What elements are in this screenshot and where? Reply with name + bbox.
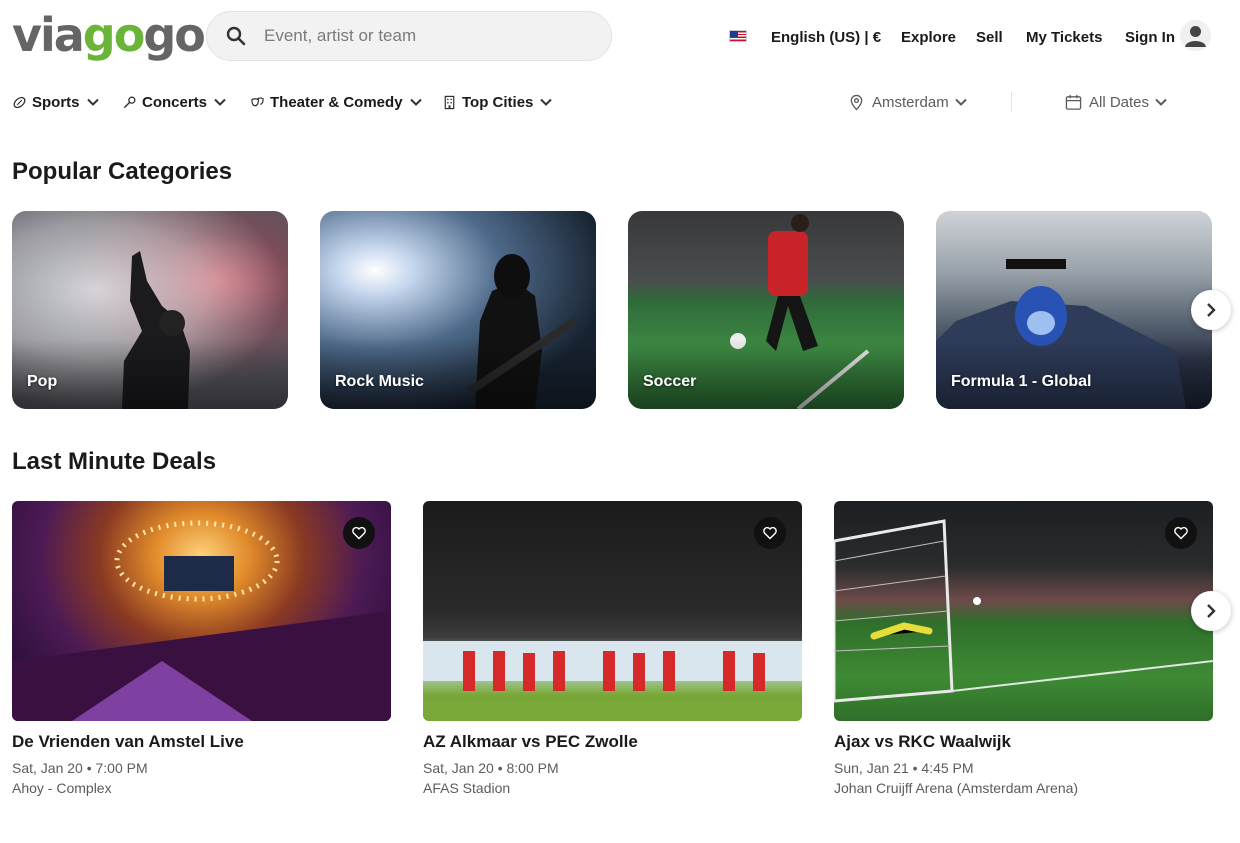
event-image bbox=[423, 501, 802, 721]
heart-icon bbox=[1174, 526, 1188, 540]
favorite-button[interactable] bbox=[1165, 517, 1197, 549]
category-card-formula-1[interactable]: Formula 1 - Global bbox=[936, 211, 1212, 409]
site-header: viagogo English (US) | € Explore Sell My… bbox=[0, 0, 1240, 76]
chevron-down-icon bbox=[1155, 98, 1167, 106]
search-icon bbox=[226, 26, 246, 46]
last-minute-deals-title: Last Minute Deals bbox=[12, 448, 217, 475]
popular-categories-title: Popular Categories bbox=[12, 158, 233, 185]
category-card-label: Formula 1 - Global bbox=[951, 373, 1092, 390]
stadium-crowd-image bbox=[423, 641, 802, 721]
event-venue: AFAS Stadion bbox=[423, 780, 511, 796]
event-date: Sun, Jan 21 • 4:45 PM bbox=[834, 760, 974, 776]
date-filter-label: All Dates bbox=[1089, 93, 1150, 111]
heart-icon bbox=[763, 526, 777, 540]
chevron-right-icon bbox=[1207, 303, 1216, 317]
us-flag-icon[interactable] bbox=[729, 30, 747, 42]
calendar-icon bbox=[1065, 94, 1082, 110]
viagogo-logo[interactable]: viagogo bbox=[12, 8, 206, 62]
filter-divider bbox=[1011, 92, 1012, 112]
event-image bbox=[834, 501, 1213, 721]
favorite-button[interactable] bbox=[343, 517, 375, 549]
category-card-label: Soccer bbox=[643, 373, 697, 390]
building-icon bbox=[444, 95, 455, 109]
my-tickets-link[interactable]: My Tickets bbox=[1026, 24, 1102, 50]
chevron-down-icon bbox=[540, 98, 553, 106]
nav-sports[interactable]: Sports bbox=[12, 90, 100, 114]
nav-top-cities[interactable]: Top Cities bbox=[442, 90, 553, 114]
event-name: AZ Alkmaar vs PEC Zwolle bbox=[423, 732, 638, 751]
categories-next-button[interactable] bbox=[1191, 290, 1231, 330]
nav-top-cities-label: Top Cities bbox=[462, 93, 534, 111]
location-filter-label: Amsterdam bbox=[872, 93, 949, 111]
event-date: Sat, Jan 20 • 7:00 PM bbox=[12, 760, 148, 776]
nav-theater-label: Theater & Comedy bbox=[270, 93, 403, 111]
search-bar[interactable] bbox=[206, 11, 612, 61]
event-card[interactable]: Ajax vs RKC Waalwijk Sun, Jan 21 • 4:45 … bbox=[834, 501, 1213, 796]
event-card[interactable]: AZ Alkmaar vs PEC Zwolle Sat, Jan 20 • 8… bbox=[423, 501, 802, 796]
event-name: Ajax vs RKC Waalwijk bbox=[834, 732, 1011, 751]
location-filter[interactable]: Amsterdam bbox=[848, 90, 968, 114]
event-image bbox=[12, 501, 391, 721]
event-date: Sat, Jan 20 • 8:00 PM bbox=[423, 760, 559, 776]
nav-concerts-label: Concerts bbox=[142, 93, 208, 111]
nav-theater-comedy[interactable]: Theater & Comedy bbox=[250, 90, 423, 114]
nav-sports-label: Sports bbox=[32, 93, 80, 111]
event-name: De Vrienden van Amstel Live bbox=[12, 732, 244, 751]
category-card-label: Rock Music bbox=[335, 373, 424, 390]
chevron-down-icon bbox=[954, 98, 967, 106]
location-pin-icon bbox=[850, 94, 863, 111]
heart-icon bbox=[352, 526, 366, 540]
chevron-right-icon bbox=[1207, 604, 1216, 618]
microphone-icon bbox=[123, 95, 136, 108]
chevron-down-icon bbox=[86, 98, 99, 106]
nav-concerts[interactable]: Concerts bbox=[122, 90, 227, 114]
sell-link[interactable]: Sell bbox=[976, 24, 1003, 50]
soccer-goal-image bbox=[834, 519, 1213, 703]
category-card-rock-music[interactable]: Rock Music bbox=[320, 211, 596, 409]
football-icon bbox=[13, 96, 26, 108]
masks-icon bbox=[251, 96, 264, 106]
event-venue: Johan Cruijff Arena (Amsterdam Arena) bbox=[834, 780, 1079, 796]
date-filter[interactable]: All Dates bbox=[1065, 90, 1168, 114]
chevron-down-icon bbox=[409, 98, 422, 106]
deals-next-button[interactable] bbox=[1191, 591, 1231, 631]
language-currency-selector[interactable]: English (US) | € bbox=[771, 24, 881, 50]
event-venue: Ahoy - Complex bbox=[12, 780, 112, 796]
category-card-label: Pop bbox=[27, 373, 58, 390]
chevron-down-icon bbox=[214, 98, 226, 106]
search-input[interactable] bbox=[264, 26, 584, 46]
concert-arena-image bbox=[12, 520, 391, 721]
category-card-pop[interactable]: Pop bbox=[12, 211, 288, 409]
event-card[interactable]: De Vrienden van Amstel Live Sat, Jan 20 … bbox=[12, 501, 391, 796]
category-card-soccer[interactable]: Soccer bbox=[628, 211, 904, 409]
explore-link[interactable]: Explore bbox=[901, 24, 956, 50]
user-avatar-icon[interactable] bbox=[1180, 20, 1211, 51]
sign-in-link[interactable]: Sign In bbox=[1125, 24, 1175, 50]
favorite-button[interactable] bbox=[754, 517, 786, 549]
